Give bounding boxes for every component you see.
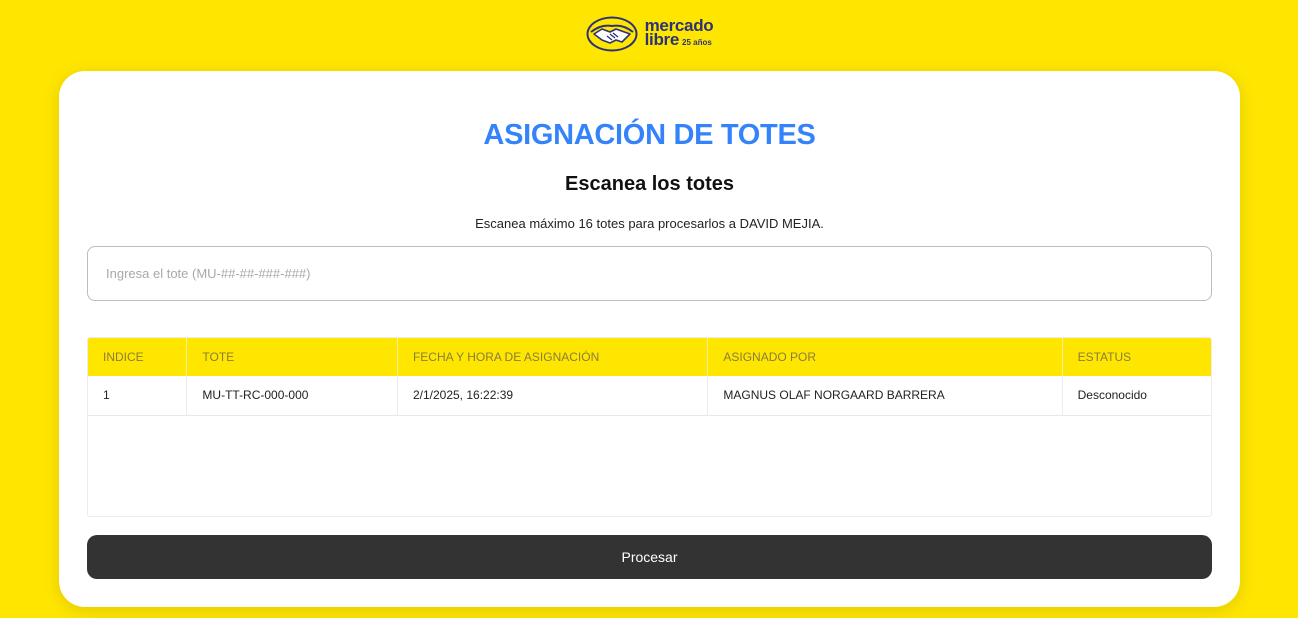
cell-tote: MU-TT-RC-000-000 bbox=[186, 376, 398, 415]
cell-estatus: Desconocido bbox=[1077, 388, 1147, 403]
logo-anniversary: 25 años bbox=[682, 37, 712, 47]
column-header-indice[interactable]: INDICE bbox=[88, 338, 188, 376]
logo-text: mercado libre 25 años bbox=[644, 17, 714, 50]
cell-fecha: 2/1/2025, 16:22:39 bbox=[397, 376, 709, 415]
column-header-asignado-por[interactable]: ASIGNADO POR bbox=[707, 338, 1063, 376]
column-header-tote[interactable]: TOTE bbox=[186, 338, 398, 376]
process-button[interactable]: Procesar bbox=[87, 535, 1212, 579]
cell-asignado-por: MAGNUS OLAF NORGAARD BARRERA bbox=[707, 376, 1063, 415]
column-header-fecha[interactable]: FECHA Y HORA DE ASIGNACIÓN bbox=[397, 338, 709, 376]
handshake-logo-icon bbox=[586, 16, 638, 52]
top-bar: mercado libre 25 años bbox=[0, 0, 1298, 70]
table-row[interactable]: 1 MU-TT-RC-000-000 2/1/2025, 16:22:39 MA… bbox=[88, 376, 1211, 415]
mercado-libre-logo[interactable]: mercado libre 25 años bbox=[585, 15, 714, 53]
page-title: ASIGNACIÓN DE TOTES bbox=[483, 119, 816, 151]
instructions-text: Escanea máximo 16 totes para procesarlos… bbox=[475, 216, 824, 231]
page-subtitle: Escanea los totes bbox=[565, 173, 734, 195]
column-header-estatus[interactable]: ESTATUS bbox=[1062, 338, 1211, 376]
cell-indice: 1 bbox=[88, 376, 188, 415]
tote-input[interactable] bbox=[87, 246, 1212, 301]
logo-word-libre: libre bbox=[644, 29, 680, 49]
main-card: ASIGNACIÓN DE TOTES Escanea los totes Es… bbox=[59, 71, 1240, 607]
totes-table: INDICE TOTE FECHA Y HORA DE ASIGNACIÓN A… bbox=[87, 337, 1212, 517]
table-header-row: INDICE TOTE FECHA Y HORA DE ASIGNACIÓN A… bbox=[88, 338, 1211, 376]
